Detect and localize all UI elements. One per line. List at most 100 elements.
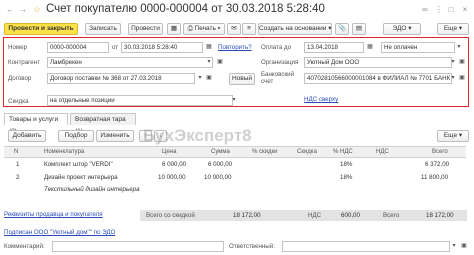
col-vat: НДС [376, 149, 389, 155]
title-bar: ← → ☆ Счет покупателю 0000-000004 от 30.… [0, 0, 474, 20]
row-name: Дизайн проект интерьера [44, 174, 118, 181]
discount-select[interactable]: на отдельные позиции [47, 95, 233, 106]
calendar-icon[interactable]: ▦ [366, 43, 374, 52]
pay-until-field[interactable]: 13.04.2018 [304, 42, 364, 53]
maximize-icon[interactable]: □ [446, 5, 456, 15]
col-discount-pct: % скидки [252, 149, 278, 155]
col-vat-pct: % НДС [333, 149, 353, 155]
create-on-basis-button[interactable]: Создать на основании ▾ [258, 23, 332, 35]
row-name: Текстильный дизайн интерьера [44, 186, 140, 193]
open-icon[interactable]: ▣ [458, 58, 466, 67]
chevron-down-icon[interactable]: ▾ [205, 58, 213, 67]
vat-on-top-link[interactable]: НДС сверху [304, 96, 338, 103]
post-button[interactable]: Провести [128, 23, 163, 35]
comment-field[interactable] [52, 241, 224, 252]
date-prefix-label: от [112, 44, 119, 51]
new-contract-button[interactable]: Новый [229, 73, 255, 85]
row-n: 1 [16, 161, 20, 168]
contractor-label: Контрагент [8, 59, 40, 66]
more-label: Еще [443, 25, 458, 32]
pay-until-label: Оплата до [261, 44, 292, 51]
open-icon[interactable]: ▣ [458, 74, 466, 83]
table-row[interactable]: Текстильный дизайн интерьера [4, 185, 466, 196]
open-icon[interactable]: ▣ [216, 58, 224, 67]
print-button[interactable]: ⎙ Печать ▾ [183, 23, 225, 35]
table-row[interactable]: 1 Комплект штор "VERDI" 6 000,00 6 000,0… [4, 160, 466, 171]
row-vat-pct: 18% [340, 161, 353, 168]
create-on-basis-label: Создать на основании [259, 25, 327, 32]
tab-goods-services[interactable]: Товары и услуги (2) [4, 113, 68, 135]
table-row[interactable]: 2 Дизайн проект интерьера 10 000,00 10 0… [4, 173, 466, 184]
requisites-link[interactable]: Реквизиты продавца и покупателя [4, 211, 103, 218]
discount-label: Скидка [8, 98, 29, 105]
edo-button[interactable]: ЭДО ▾ [383, 23, 421, 35]
link-icon[interactable]: ∞ [420, 5, 430, 15]
open-icon[interactable]: ▣ [205, 74, 213, 83]
repeat-link[interactable]: Повторить? [218, 44, 252, 51]
chevron-down-icon[interactable]: ▾ [449, 74, 457, 83]
save-button[interactable]: Записать [85, 23, 121, 35]
col-sum: Сумма [211, 149, 230, 155]
chevron-down-icon[interactable]: ▾ [449, 58, 457, 67]
table-header: N Номенклатура Цена Сумма % скидки Скидк… [4, 146, 466, 158]
printer-icon: ⎙ [187, 25, 193, 32]
post-and-close-button[interactable]: Провести и закрыть [4, 23, 78, 35]
edo-label: ЭДО [392, 25, 407, 32]
chevron-down-icon[interactable]: ▾ [230, 96, 238, 105]
col-n: N [14, 149, 19, 155]
grand-total-label: Всего [383, 212, 400, 219]
close-icon[interactable]: × [460, 5, 470, 15]
payment-status-select[interactable]: Не оплачен [381, 42, 455, 53]
organization-field[interactable]: Уютный Дом ООО [304, 57, 452, 68]
star-icon[interactable]: ☆ [32, 5, 42, 15]
col-total: Всего [432, 149, 448, 155]
col-discount: Скидка [297, 149, 317, 155]
number-field[interactable]: 0000-000004 [47, 42, 109, 53]
row-sum: 10 000,00 [204, 174, 232, 181]
open-icon[interactable]: ▣ [460, 242, 468, 251]
structure-icon[interactable]: ▤ [352, 23, 366, 35]
row-vat-pct: 18% [340, 174, 353, 181]
chevron-down-icon[interactable]: ▾ [450, 242, 458, 251]
row-price: 10 000,00 [158, 174, 186, 181]
tab-returnable-packaging[interactable]: Возвратная тара (1) [70, 113, 136, 135]
contract-field[interactable]: Договор поставки № 368 от 27.03.2018 [47, 73, 195, 84]
grand-total-value: 18 172,00 [426, 212, 454, 219]
select-button[interactable]: Подбор [58, 130, 94, 142]
responsible-field[interactable] [282, 241, 450, 252]
mail-icon[interactable]: ✉ [227, 23, 241, 35]
forward-arrow-icon[interactable]: → [18, 5, 28, 15]
organization-label: Организация [261, 59, 299, 66]
date-field[interactable]: 30.03.2018 5:28:40 [121, 42, 203, 53]
contract-label: Договор [8, 75, 32, 82]
vat-total-label: НДС [308, 212, 322, 219]
back-arrow-icon[interactable]: ← [5, 5, 15, 15]
chevron-down-icon[interactable]: ▾ [196, 74, 204, 83]
row-price: 6 000,00 [162, 161, 187, 168]
add-row-button[interactable]: Добавить [8, 130, 46, 142]
col-price: Цена [162, 149, 177, 155]
total-discount-label: Всего со скидкой [146, 212, 195, 219]
row-name: Комплект штор "VERDI" [44, 161, 113, 168]
number-label: Номер [8, 44, 28, 51]
col-nomenclature: Номенклатура [44, 149, 85, 155]
chevron-down-icon[interactable]: ▾ [455, 43, 463, 52]
attachment-icon[interactable]: 📎 [335, 23, 349, 35]
contractor-field[interactable]: Ламбрекен [47, 57, 213, 68]
table-more-label: Еще [443, 132, 458, 139]
row-sum: 6 000,00 [208, 161, 233, 168]
responsible-label: Ответственный: [229, 243, 275, 250]
window-title: Счет покупателю 0000-000004 от 30.03.201… [46, 3, 325, 15]
more-button[interactable]: Еще ▾ [437, 23, 469, 35]
table-more-button[interactable]: Еще ▾ [437, 130, 469, 142]
total-discount-value: 18 172,00 [233, 212, 261, 219]
change-button[interactable]: Изменить [96, 130, 134, 142]
dt-kt-icon[interactable]: ≡ [242, 23, 256, 35]
menu-icon[interactable]: ⋮ [434, 5, 444, 15]
post-doc-icon[interactable]: ▦ [167, 23, 181, 35]
row-total: 11 800,00 [421, 174, 449, 181]
bank-account-field[interactable]: 40702810566000001084 в ФИЛИАЛ № 7701 БАН… [304, 73, 452, 84]
edo-signed-link[interactable]: Подписан ООО "Уютный дом"" по ЭДО [4, 229, 115, 236]
calendar-icon[interactable]: ▦ [205, 43, 213, 52]
watermark: БухЭксперт8 [143, 126, 252, 145]
